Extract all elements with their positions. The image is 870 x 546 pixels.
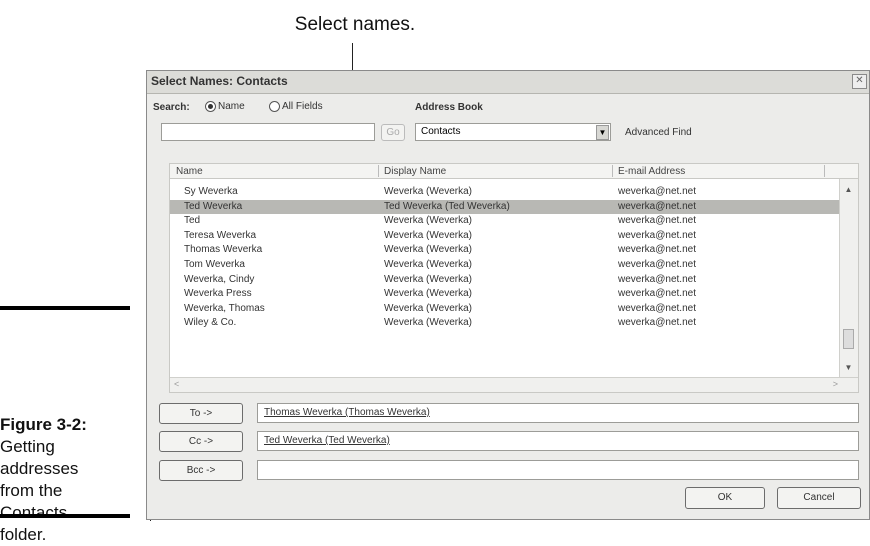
- ok-button[interactable]: OK: [685, 487, 765, 509]
- address-book-select[interactable]: Contacts ▼: [415, 123, 611, 141]
- column-divider[interactable]: [378, 165, 379, 177]
- list-item[interactable]: Weverka, Cindy Weverka (Weverka) weverka@n…: [170, 273, 840, 287]
- contact-name: Sy Weverka: [184, 186, 238, 197]
- radio-name-option[interactable]: Name: [205, 101, 245, 112]
- contact-name: Ted Weverka: [184, 200, 243, 212]
- search-input[interactable]: [161, 123, 375, 141]
- contact-name: Weverka, Thomas: [184, 302, 265, 314]
- contact-email: weverka@net.net: [618, 317, 696, 329]
- radio-selected-icon[interactable]: [205, 101, 216, 112]
- contact-email: weverka@net.net: [618, 215, 696, 227]
- contact-display-name: Weverka (Weverka): [384, 273, 472, 285]
- list-item[interactable]: Tom Weverka Weverka (Weverka) weverka@net.…: [170, 258, 840, 272]
- radio-name-label: Name: [218, 101, 245, 113]
- contact-display-name: Weverka (Weverka): [384, 302, 472, 314]
- contact-name: Weverka, Cindy: [184, 273, 255, 285]
- contact-email: weverka@net.net: [618, 244, 696, 256]
- radio-all-fields-option[interactable]: All Fields: [269, 101, 323, 112]
- radio-unselected-icon[interactable]: [269, 101, 280, 112]
- select-names-dialog: Select Names: Contacts ✕ Search: Name Al…: [146, 70, 870, 520]
- caption-figure-label: Figure 3-2:: [0, 415, 87, 434]
- contact-display-name: Weverka (Weverka): [384, 215, 472, 227]
- contacts-list: Sy Weverka Weverka (Weverka) weverka@net.n…: [169, 179, 859, 393]
- caption-line: Contacts: [0, 503, 68, 522]
- scroll-left-icon[interactable]: <: [174, 379, 179, 389]
- contact-email: weverka@net.net: [618, 288, 696, 300]
- caption-rule-top: [0, 306, 130, 310]
- contact-email: weverka@net.net: [618, 200, 696, 212]
- column-divider[interactable]: [612, 165, 613, 177]
- list-item[interactable]: Thomas Weverka Weverka (Weverka) weverka@n…: [170, 243, 840, 257]
- scroll-thumb[interactable]: [843, 329, 854, 349]
- contact-email: weverka@net.net: [618, 229, 696, 241]
- contact-name: Ted: [184, 215, 201, 227]
- cc-value: Ted Weverka (Ted Weverka): [264, 435, 390, 446]
- contact-email: weverka@net.net: [618, 186, 696, 197]
- scroll-right-icon[interactable]: >: [833, 379, 838, 389]
- chevron-down-icon[interactable]: ▼: [596, 125, 609, 140]
- contact-display-name: Weverka (Weverka): [384, 288, 472, 300]
- dialog-titlebar: Select Names: Contacts ✕: [147, 71, 869, 94]
- contact-email: weverka@net.net: [618, 273, 696, 285]
- column-header-display-name[interactable]: Display Name: [384, 166, 446, 177]
- list-item[interactable]: Weverka Press Weverka (Weverka) weverka@ne…: [170, 287, 840, 301]
- caption-line: folder.: [0, 525, 47, 544]
- to-value: Thomas Weverka (Thomas Weverka): [264, 407, 430, 418]
- list-item[interactable]: Teresa Weverka Weverka (Weverka) weverka@n…: [170, 229, 840, 243]
- close-icon[interactable]: ✕: [852, 74, 867, 89]
- caption-line: from the: [0, 481, 63, 500]
- contact-display-name: Weverka (Weverka): [384, 317, 472, 329]
- vertical-scrollbar[interactable]: ▲ ▼: [839, 179, 858, 377]
- horizontal-scrollbar[interactable]: < >: [170, 377, 858, 392]
- contact-display-name: Ted Weverka (Ted Weverka): [384, 200, 510, 212]
- figure-caption: Figure 3-2: Getting addresses from the C…: [0, 414, 130, 546]
- callout-text: Select names.: [294, 14, 416, 35]
- cc-field[interactable]: Ted Weverka (Ted Weverka): [257, 431, 859, 451]
- bcc-button[interactable]: Bcc ->: [159, 460, 243, 481]
- to-button[interactable]: To ->: [159, 403, 243, 424]
- contact-email: weverka@net.net: [618, 302, 696, 314]
- column-header-name[interactable]: Name: [176, 166, 203, 177]
- cc-button[interactable]: Cc ->: [159, 431, 243, 452]
- list-item[interactable]: Ted Weverka (Weverka) weverka@net.net: [170, 214, 840, 228]
- list-item[interactable]: Wiley & Co. Weverka (Weverka) weverka@net.…: [170, 316, 840, 330]
- radio-all-fields-label: All Fields: [282, 101, 323, 113]
- contact-name: Teresa Weverka: [184, 229, 257, 241]
- caption-line: Getting: [0, 437, 55, 456]
- contact-name: Weverka Press: [184, 288, 252, 300]
- search-label: Search:: [153, 102, 190, 113]
- column-header-email[interactable]: E-mail Address: [618, 166, 685, 177]
- contact-name: Thomas Weverka: [184, 244, 263, 256]
- scroll-up-icon[interactable]: ▲: [842, 183, 855, 196]
- contact-display-name: Weverka (Weverka): [384, 259, 472, 270]
- column-divider[interactable]: [824, 165, 825, 177]
- caption-line: addresses: [0, 459, 79, 478]
- caption-rule-bottom: [0, 514, 130, 518]
- go-button[interactable]: Go: [381, 124, 405, 141]
- contact-email: weverka@net.net: [618, 259, 696, 270]
- cancel-button[interactable]: Cancel: [777, 487, 861, 509]
- contact-display-name: Weverka (Weverka): [384, 186, 472, 197]
- contact-display-name: Weverka (Weverka): [384, 244, 472, 256]
- contact-name: Tom Weverka: [184, 259, 245, 270]
- bcc-field[interactable]: [257, 460, 859, 480]
- scroll-down-icon[interactable]: ▼: [842, 361, 855, 374]
- contact-display-name: Weverka (Weverka): [384, 229, 472, 241]
- address-book-value: Contacts: [421, 126, 461, 137]
- list-item[interactable]: Sy Weverka Weverka (Weverka) weverka@net.n…: [170, 185, 840, 199]
- list-item[interactable]: Weverka, Thomas Weverka (Weverka) weverka@…: [170, 302, 840, 316]
- list-header: Name Display Name E-mail Address: [169, 163, 859, 179]
- list-item[interactable]: Ted Weverka Ted Weverka (Ted Weverka) weve…: [170, 199, 840, 214]
- to-field[interactable]: Thomas Weverka (Thomas Weverka): [257, 403, 859, 423]
- contact-name: Wiley & Co.: [184, 317, 237, 329]
- address-book-label: Address Book: [415, 102, 483, 113]
- advanced-find-link[interactable]: Advanced Find: [625, 127, 692, 138]
- dialog-title: Select Names: Contacts: [151, 74, 288, 88]
